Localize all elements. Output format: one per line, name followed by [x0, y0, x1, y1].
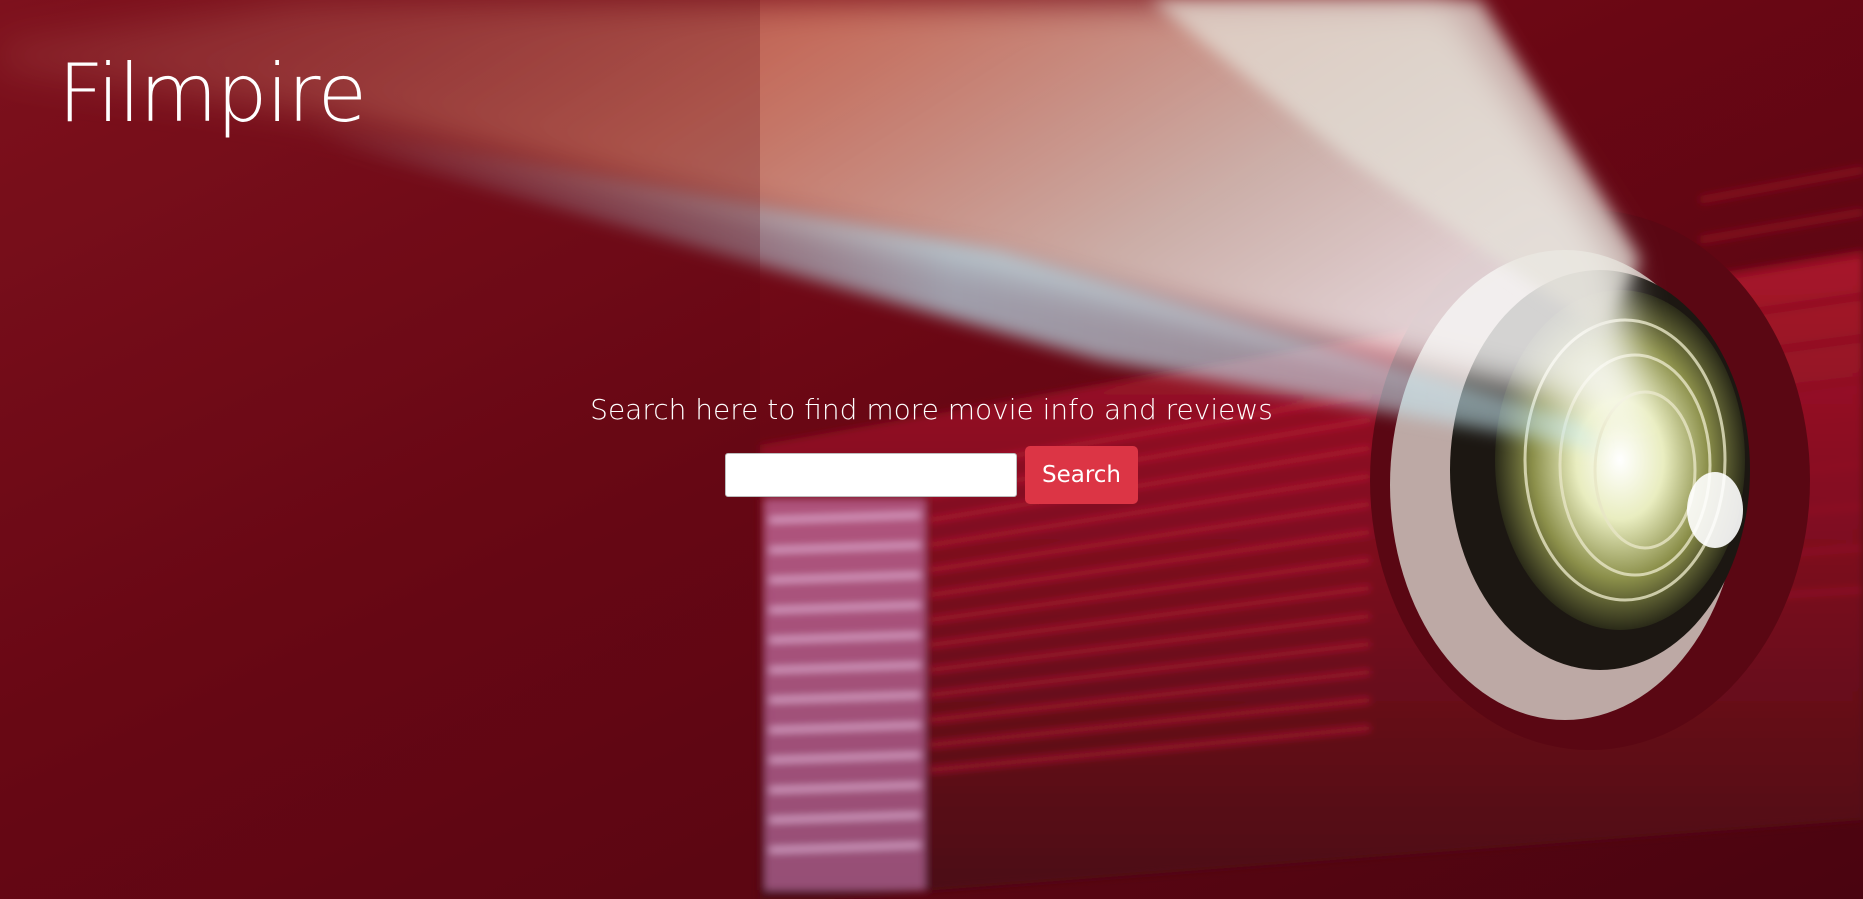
search-tagline: Search here to find more movie info and …	[590, 393, 1273, 426]
search-section: Search here to find more movie info and …	[0, 388, 1863, 504]
search-form: Search	[0, 446, 1863, 504]
brand-title[interactable]: Filmpire	[58, 38, 367, 150]
search-button[interactable]: Search	[1025, 446, 1138, 504]
hero-section: Filmpire Search here to find more movie …	[0, 0, 1863, 899]
search-input[interactable]	[725, 453, 1017, 497]
